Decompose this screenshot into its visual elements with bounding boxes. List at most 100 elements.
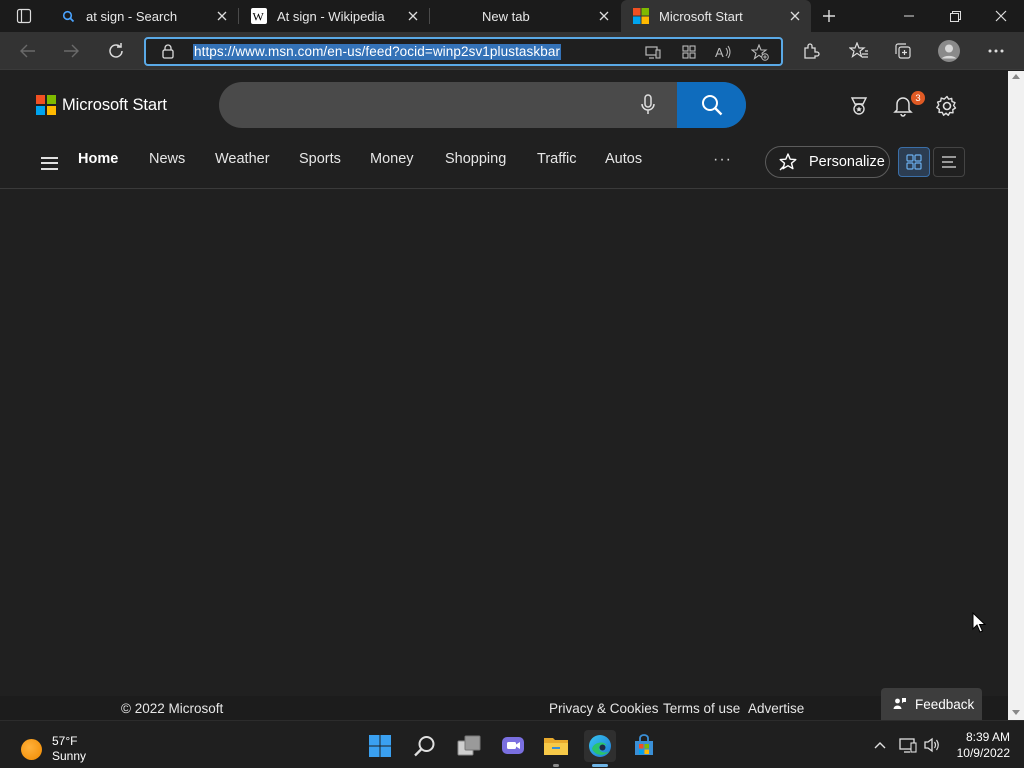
close-icon[interactable] [783, 4, 807, 28]
forward-button[interactable] [55, 36, 87, 66]
search-icon [701, 95, 722, 116]
blank-favicon [442, 8, 458, 24]
personalize-star-icon [778, 152, 798, 172]
footer-link-privacy[interactable]: Privacy & Cookies [549, 701, 659, 716]
nav-weather[interactable]: Weather [215, 151, 270, 167]
web-page: Microsoft Start 3 Home News Weather Spor… [0, 71, 1008, 720]
notification-count-badge: 3 [910, 90, 926, 106]
footer-link-advertise[interactable]: Advertise [748, 701, 804, 716]
profile-avatar[interactable] [933, 36, 965, 66]
list-view-icon [942, 156, 956, 168]
address-bar[interactable]: https://www.msn.com/en-us/feed?ocid=winp… [144, 37, 783, 66]
lock-icon[interactable] [162, 44, 174, 64]
new-tab-button[interactable] [816, 4, 842, 28]
tab-title: Microsoft Start [659, 8, 743, 24]
collections-icon[interactable] [887, 36, 919, 66]
clock-date: 10/9/2022 [956, 746, 1010, 760]
nav-news[interactable]: News [149, 151, 185, 167]
page-scrollbar[interactable] [1008, 71, 1024, 720]
footer-link-terms[interactable]: Terms of use [663, 701, 740, 716]
feedback-person-icon [893, 697, 907, 711]
favorites-icon[interactable] [843, 36, 875, 66]
restore-button[interactable] [932, 0, 978, 32]
search-input[interactable] [239, 94, 629, 116]
tab-new-tab[interactable]: New tab [430, 0, 620, 32]
back-button[interactable] [12, 36, 44, 66]
weather-temperature: 57°F [52, 734, 78, 748]
feedback-button[interactable]: Feedback [881, 688, 982, 720]
weather-widget[interactable]: 57°F Sunny [21, 734, 86, 764]
menu-hamburger-icon[interactable] [41, 153, 59, 173]
list-view-button[interactable] [933, 147, 965, 177]
close-icon[interactable] [592, 4, 616, 28]
nav-sports[interactable]: Sports [299, 151, 341, 167]
scroll-down-arrow-icon[interactable] [1012, 710, 1020, 715]
browser-toolbar: https://www.msn.com/en-us/feed?ocid=winp… [0, 32, 1024, 70]
personalize-label: Personalize [809, 154, 885, 170]
tab-wikipedia[interactable]: W At sign - Wikipedia [239, 0, 429, 32]
mouse-cursor-icon [972, 611, 987, 639]
nav-traffic[interactable]: Traffic [537, 151, 576, 167]
volume-icon[interactable] [921, 735, 943, 755]
nav-shopping[interactable]: Shopping [445, 151, 506, 167]
nav-divider [0, 188, 1008, 189]
close-icon[interactable] [401, 4, 425, 28]
rewards-icon[interactable] [846, 93, 872, 119]
tab-title: At sign - Wikipedia [277, 8, 385, 24]
microphone-icon[interactable] [641, 94, 655, 121]
running-app-indicator [553, 764, 559, 767]
apps-icon[interactable] [679, 43, 699, 61]
brand-name: Microsoft Start [62, 95, 167, 114]
scroll-up-arrow-icon[interactable] [1012, 74, 1020, 79]
file-explorer-icon[interactable] [540, 730, 572, 762]
svg-text:W: W [253, 10, 265, 22]
active-app-indicator [592, 764, 608, 767]
windows-taskbar: 57°F Sunny 8:39 AM 10/9/2022 [0, 720, 1024, 768]
start-icon[interactable] [364, 730, 396, 762]
show-hidden-icons-chevron-icon[interactable] [869, 735, 891, 755]
edge-icon[interactable] [584, 730, 616, 762]
search-box[interactable] [219, 82, 746, 128]
grid-view-button[interactable] [898, 147, 930, 177]
weather-condition: Sunny [52, 749, 87, 763]
tab-search[interactable]: at sign - Search [48, 0, 238, 32]
extensions-icon[interactable] [795, 36, 827, 66]
app-available-icon[interactable] [643, 43, 663, 61]
nav-more-button[interactable]: ··· [713, 151, 732, 169]
tab-title: at sign - Search [86, 8, 178, 24]
nav-home[interactable]: Home [78, 151, 118, 167]
close-icon[interactable] [210, 4, 234, 28]
add-favorite-icon[interactable] [750, 43, 770, 61]
close-window-button[interactable] [978, 0, 1024, 32]
tab-actions-icon[interactable] [8, 4, 40, 28]
nav-money[interactable]: Money [370, 151, 414, 167]
url-text[interactable]: https://www.msn.com/en-us/feed?ocid=winp… [193, 44, 562, 60]
nav-autos[interactable]: Autos [605, 151, 642, 167]
search-icon[interactable] [409, 730, 441, 762]
network-icon[interactable] [897, 735, 919, 755]
microsoft-logo-icon [633, 8, 649, 24]
tab-microsoft-start[interactable]: Microsoft Start [621, 0, 811, 32]
tab-title: New tab [482, 8, 530, 24]
brand-logo[interactable]: Microsoft Start [36, 95, 167, 115]
feedback-label: Feedback [915, 696, 975, 712]
microsoft-logo-icon [36, 95, 56, 115]
refresh-button[interactable] [100, 36, 132, 66]
copyright: © 2022 Microsoft [121, 701, 224, 716]
settings-more-icon[interactable] [980, 36, 1012, 66]
system-clock[interactable]: 8:39 AM 10/9/2022 [952, 729, 1010, 761]
grid-view-icon [906, 154, 922, 170]
chat-icon[interactable] [497, 730, 529, 762]
search-button[interactable] [677, 82, 746, 128]
minimize-button[interactable] [886, 0, 932, 32]
store-icon[interactable] [628, 730, 660, 762]
search-icon [60, 8, 76, 24]
task-view-icon[interactable] [453, 730, 485, 762]
footer: © 2022 Microsoft Privacy & Cookies Terms… [0, 696, 1008, 720]
personalize-button[interactable]: Personalize [765, 146, 890, 178]
wikipedia-icon: W [251, 8, 267, 24]
tab-bar: at sign - Search W At sign - Wikipedia N… [0, 0, 1024, 32]
svg-text:A: A [715, 45, 724, 59]
settings-gear-icon[interactable] [934, 93, 960, 119]
read-aloud-icon[interactable]: A [714, 43, 734, 61]
